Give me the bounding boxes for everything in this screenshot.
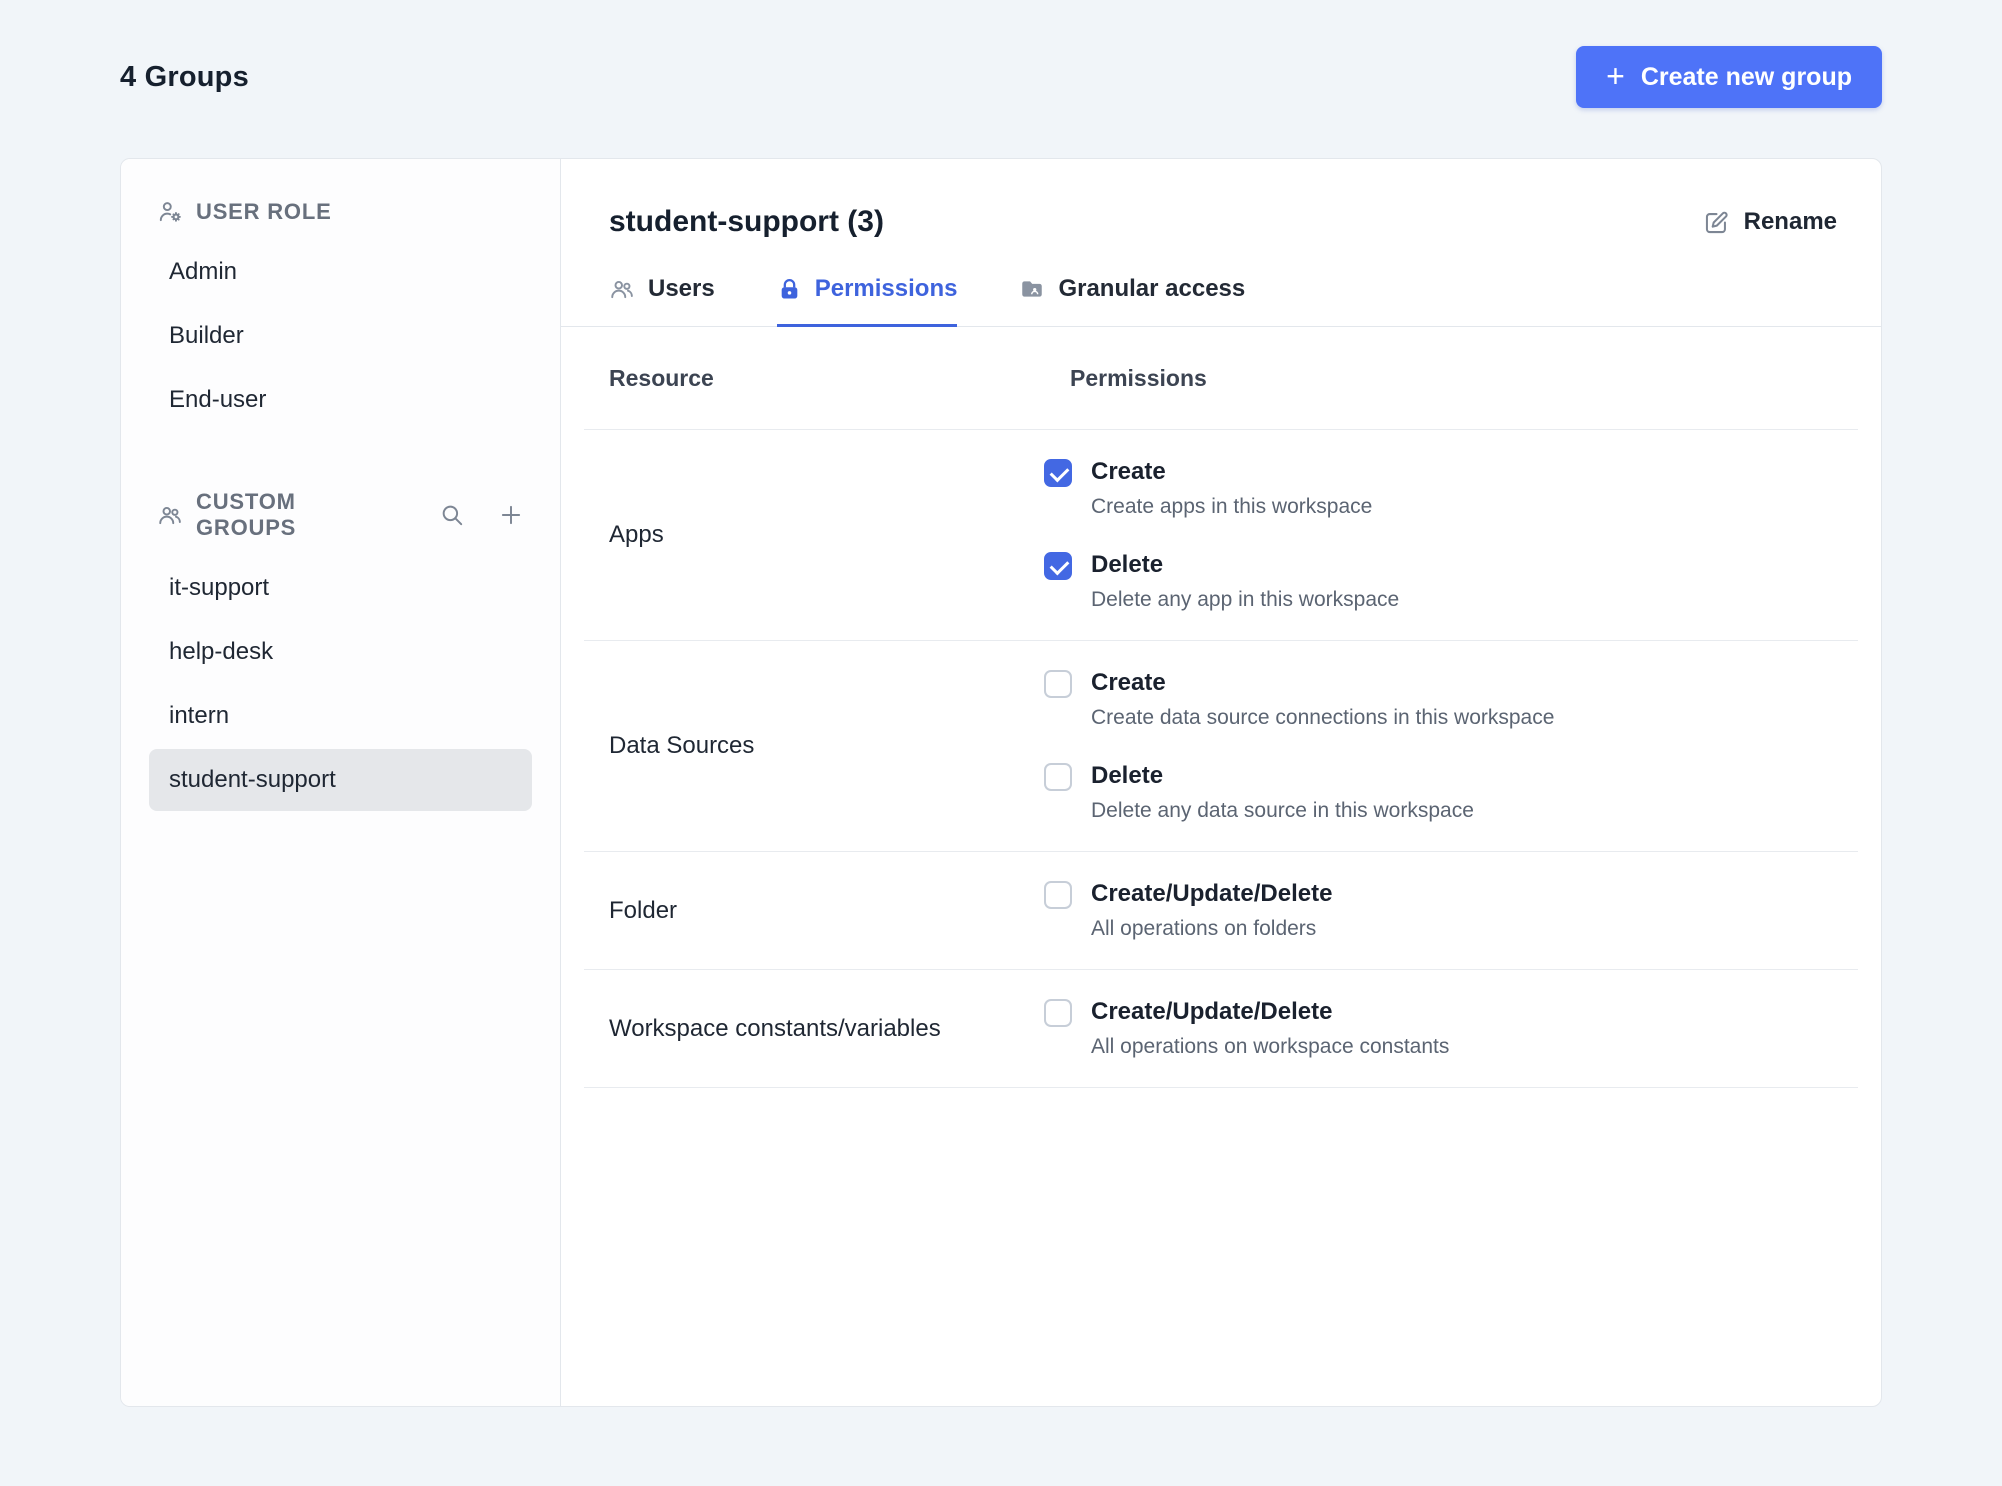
groups-page: 4 Groups + Create new group USER ROLE Ad… — [0, 0, 2002, 1486]
permission-label: Delete — [1091, 551, 1164, 578]
permission-label: Create/Update/Delete — [1091, 880, 1333, 907]
sidebar-item-builder[interactable]: Builder — [149, 305, 532, 367]
permission-description: Create apps in this workspace — [1091, 495, 1373, 518]
sidebar-item-intern[interactable]: intern — [149, 685, 532, 747]
users-icon — [611, 280, 633, 299]
group-title: student-support (3) — [609, 205, 884, 238]
resource-label: Data Sources — [609, 732, 755, 759]
user-role-icon — [159, 202, 181, 222]
resource-label: Apps — [609, 521, 664, 548]
folder-icon — [1022, 281, 1043, 297]
permission-item: Delete Delete any data source in this wo… — [1044, 761, 1554, 824]
tab-permissions[interactable]: Permissions — [776, 275, 958, 327]
permission-item: Delete Delete any app in this workspace — [1044, 550, 1399, 613]
tab-bar: Users Permissions Granular access — [561, 275, 1881, 327]
permissions-column-header: Permissions — [1070, 364, 1207, 391]
plus-icon: + — [1606, 57, 1625, 94]
permission-label: Delete — [1091, 762, 1164, 789]
table-row-workspace-constants: Workspace constants/variables Create/Upd… — [584, 969, 1858, 1088]
sidebar-item-it-support[interactable]: it-support — [149, 557, 532, 619]
group-detail-header: student-support (3) Rename — [561, 159, 1881, 239]
checkbox-apps-delete[interactable] — [1044, 552, 1072, 580]
sidebar-item-student-support[interactable]: student-support — [149, 749, 532, 811]
pencil-icon — [1705, 211, 1728, 233]
permission-item: Create Create data source connections in… — [1044, 668, 1554, 731]
permission-label: Create — [1091, 458, 1166, 485]
tab-permissions-label: Permissions — [814, 275, 958, 302]
tab-granular-access-label: Granular access — [1058, 275, 1246, 302]
user-role-header: USER ROLE — [149, 185, 532, 239]
plus-icon — [501, 505, 521, 525]
permissions-table: Resource Permissions Apps Create Create … — [584, 327, 1858, 1088]
resource-label: Folder — [609, 896, 678, 924]
permission-description: All operations on folders — [1091, 917, 1317, 940]
permission-item: Create/Update/Delete All operations on w… — [1044, 997, 1449, 1060]
permission-item: Create/Update/Delete All operations on f… — [1044, 879, 1332, 942]
rename-label: Rename — [1743, 208, 1837, 235]
tab-granular-access[interactable]: Granular access — [1019, 275, 1245, 327]
search-icon — [442, 505, 463, 526]
permission-label: Create/Update/Delete — [1091, 998, 1333, 1025]
sidebar-item-help-desk[interactable]: help-desk — [149, 621, 532, 683]
checkbox-data-sources-delete[interactable] — [1044, 763, 1072, 791]
user-role-header-label: USER ROLE — [196, 199, 332, 224]
permission-list: Create/Update/Delete All operations on w… — [1044, 997, 1449, 1060]
resource-label: Workspace constants/variables — [609, 1014, 941, 1042]
create-new-group-label: Create new group — [1640, 62, 1852, 91]
permission-item: Create Create apps in this workspace — [1044, 457, 1399, 520]
permission-description: Delete any data source in this workspace — [1091, 799, 1474, 822]
create-new-group-button[interactable]: + Create new group — [1576, 46, 1882, 108]
permission-list: Create Create data source connections in… — [1044, 668, 1554, 824]
tab-users[interactable]: Users — [609, 275, 715, 327]
table-row-data-sources: Data Sources Create Create data source c… — [584, 640, 1858, 851]
custom-groups-header-label: CUSTOM GROUPS — [196, 489, 297, 540]
groups-card: USER ROLE Admin Builder End-user CUSTOM … — [120, 158, 1882, 1407]
tab-users-label: Users — [648, 275, 715, 302]
rename-button[interactable]: Rename — [1703, 208, 1837, 236]
checkbox-workspace-constants-cud[interactable] — [1044, 999, 1072, 1027]
permission-description: All operations on workspace constants — [1091, 1035, 1450, 1058]
topbar: 4 Groups + Create new group — [0, 0, 2002, 108]
page-title: 4 Groups — [120, 60, 249, 93]
table-row-apps: Apps Create Create apps in this workspac… — [584, 429, 1858, 640]
permission-description: Create data source connections in this w… — [1091, 706, 1555, 729]
checkbox-folder-cud[interactable] — [1044, 881, 1072, 909]
search-groups-button[interactable] — [439, 502, 465, 528]
permission-label: Create — [1091, 669, 1166, 696]
sidebar-item-admin[interactable]: Admin — [149, 241, 532, 303]
custom-groups-header: CUSTOM GROUPS — [149, 475, 532, 555]
checkbox-apps-create[interactable] — [1044, 459, 1072, 487]
table-row-folder: Folder Create/Update/Delete All operatio… — [584, 851, 1858, 969]
lock-icon — [781, 278, 798, 298]
custom-groups-icon — [159, 506, 181, 525]
table-header-row: Resource Permissions — [584, 327, 1858, 429]
permission-description: Delete any app in this workspace — [1091, 588, 1400, 611]
group-detail-panel: student-support (3) Rename Users Permiss… — [561, 159, 1881, 1406]
resource-column-header: Resource — [609, 364, 714, 391]
add-group-button[interactable] — [498, 502, 524, 528]
sidebar: USER ROLE Admin Builder End-user CUSTOM … — [121, 159, 561, 1406]
permission-list: Create/Update/Delete All operations on f… — [1044, 879, 1332, 942]
permission-list: Create Create apps in this workspace Del… — [1044, 457, 1399, 613]
sidebar-item-end-user[interactable]: End-user — [149, 369, 532, 431]
checkbox-data-sources-create[interactable] — [1044, 670, 1072, 698]
